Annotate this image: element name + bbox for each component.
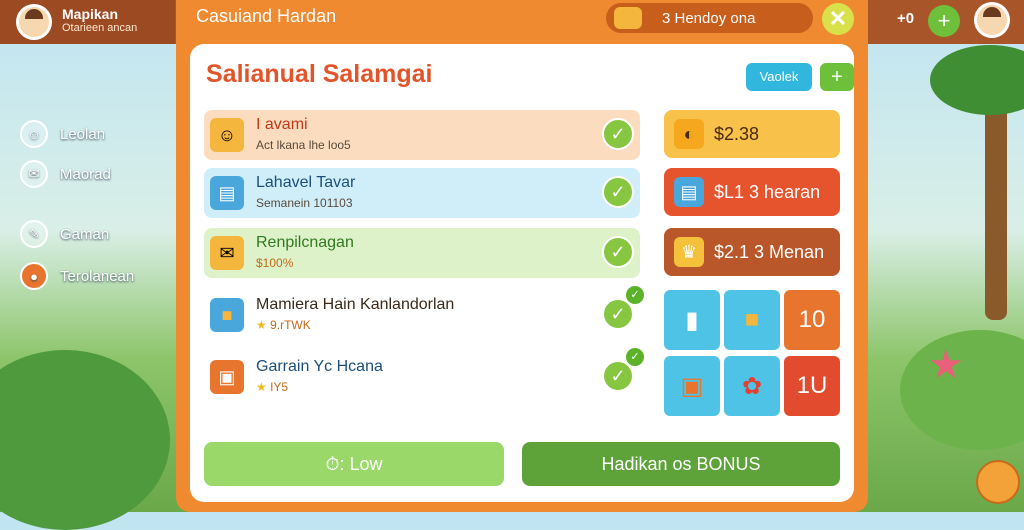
new-badge-icon: ✓: [626, 348, 644, 366]
palm-leaves: [930, 45, 1024, 115]
quest-row[interactable]: ▤ Lahavel Tavar Semanein 101103 ✓: [204, 168, 640, 218]
quest-subtitle: $100%: [256, 256, 294, 270]
star-icon: ★: [256, 380, 271, 394]
add-friend-button[interactable]: +: [928, 5, 960, 37]
background-bush-left: [0, 350, 170, 530]
coin-bag-icon: ◐: [674, 119, 704, 149]
quest-subtitle: ★ 9.rTWK: [256, 318, 311, 332]
star-icon: ★: [256, 318, 271, 332]
quest-subtitle: ★ IY5: [256, 380, 288, 394]
offer-label: $L1 3 hearan: [714, 181, 821, 202]
check-icon[interactable]: ✓: [602, 298, 634, 330]
close-button[interactable]: ✕: [822, 3, 854, 35]
quest-title: Renpilcnagan: [256, 234, 354, 251]
gift-box-icon: ■: [210, 298, 244, 332]
sidebar-item-terolanean[interactable]: ● Terolanean: [20, 262, 134, 290]
count-tile[interactable]: 10: [784, 290, 840, 350]
player-card[interactable]: Mapikan Otarieen ancan: [0, 0, 175, 44]
friends-counter[interactable]: +0: [897, 10, 914, 27]
check-icon[interactable]: ✓: [602, 176, 634, 208]
quest-subtitle: Semanein 101103: [256, 196, 353, 210]
map-icon: ✎: [20, 220, 48, 248]
sidebar-item-label: Terolanean: [60, 267, 135, 285]
offer-button[interactable]: ◐ $2.38: [664, 110, 840, 158]
settings-icon: ●: [20, 262, 48, 290]
currency-display[interactable]: 3 Hendoy ona: [606, 3, 813, 33]
player-subtitle: Otarieen ancan: [62, 22, 138, 34]
quest-title: Lahavel Tavar: [256, 174, 356, 191]
sidebar-item-gaman[interactable]: ✎ Gaman: [20, 220, 109, 248]
quest-scroll-icon: ☺: [210, 118, 244, 152]
palm-trunk: [985, 80, 1007, 320]
low-button[interactable]: ⏱: Low: [204, 442, 504, 486]
sidebar-item-label: Leolan: [60, 125, 106, 143]
sidebar-item-maorad[interactable]: ✉ Maorad: [20, 160, 111, 188]
quest-title: I avami: [256, 116, 308, 133]
rewards-dialog: Casuiand Hardan 3 Hendoy ona ✕ Salianual…: [176, 0, 868, 512]
check-icon[interactable]: ✓: [602, 236, 634, 268]
quest-row[interactable]: ▣ Garrain Yc Hcana ★ IY5 ✓ ✓: [204, 348, 644, 402]
count-tile[interactable]: 1U: [784, 356, 840, 416]
gift-tile[interactable]: ■: [724, 290, 780, 350]
quest-row[interactable]: ■ Mamiera Hain Kanlandorlan ★ 9.rTWK ✓ ✓: [204, 286, 644, 340]
document-icon: ▤: [210, 176, 244, 210]
currency-label: 3 Hendoy ona: [662, 9, 756, 27]
profile-icon: ☺: [20, 120, 48, 148]
add-button[interactable]: +: [820, 63, 854, 91]
bonus-button[interactable]: Hadikan os BONUS: [522, 442, 840, 486]
offer-button[interactable]: ▤ $L1 3 hearan: [664, 168, 840, 216]
crown-icon: ♛: [674, 237, 704, 267]
quest-title: Mamiera Hain Kanlandorlan: [256, 296, 455, 313]
check-icon[interactable]: ✓: [602, 360, 634, 392]
quest-row[interactable]: ☺ I avami Act lkana lhe loo5 ✓: [204, 110, 640, 160]
sidebar-item-leolan[interactable]: ☺ Leolan: [20, 120, 105, 148]
chest-icon: ▤: [674, 177, 704, 207]
offer-label: $2.38: [714, 123, 760, 144]
treasure-box-icon: ▣: [210, 360, 244, 394]
check-icon[interactable]: ✓: [602, 118, 634, 150]
sidebar-item-label: Maorad: [60, 165, 111, 183]
star-decoration: ★: [928, 343, 964, 387]
view-button[interactable]: Vaolek: [746, 63, 812, 91]
player-name: Mapikan: [62, 6, 119, 22]
panel-title: Salianual Salamgai: [206, 60, 433, 88]
avatar[interactable]: [16, 4, 52, 40]
offer-button[interactable]: ♛ $2.1 3 Menan: [664, 228, 840, 276]
mascot-fruit: [976, 460, 1020, 504]
offer-label: $2.1 3 Menan: [714, 241, 825, 262]
quest-reward: 9.rTWK: [270, 318, 311, 332]
chat-icon: ✉: [20, 160, 48, 188]
quest-reward: IY5: [270, 380, 289, 394]
rewards-panel: Salianual Salamgai Vaolek + ☺ I avami Ac…: [190, 44, 854, 502]
treasure-icon: [614, 7, 642, 29]
flower-tile[interactable]: ✿: [724, 356, 780, 416]
quest-title: Garrain Yc Hcana: [256, 358, 383, 375]
ticket-icon: ✉: [210, 236, 244, 270]
quest-subtitle: Act lkana lhe loo5: [256, 138, 351, 152]
new-badge-icon: ✓: [626, 286, 644, 304]
scroll-tile[interactable]: ▣: [664, 356, 720, 416]
quest-row[interactable]: ✉ Renpilcnagan $100% ✓: [204, 228, 640, 278]
sidebar-item-label: Gaman: [60, 225, 110, 243]
profile-avatar[interactable]: [974, 2, 1010, 38]
dialog-title: Casuiand Hardan: [196, 6, 337, 26]
bottle-tile[interactable]: ▮: [664, 290, 720, 350]
